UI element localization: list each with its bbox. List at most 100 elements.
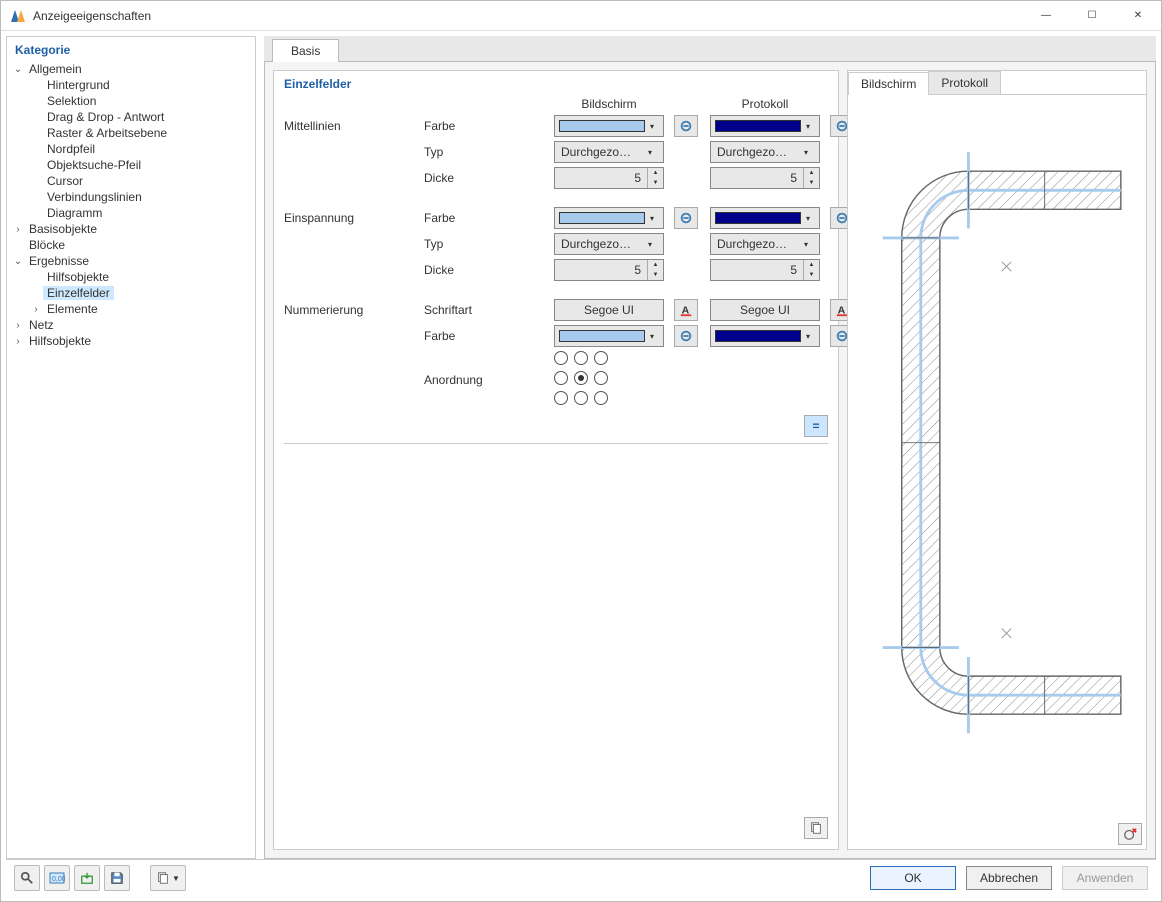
tree-item[interactable]: ›Hilfsobjekte bbox=[11, 333, 251, 349]
group-mittellinien: Mittellinien bbox=[284, 119, 414, 133]
font-picker-icon[interactable]: A bbox=[674, 299, 698, 321]
spin-up-icon[interactable]: ▲ bbox=[803, 168, 819, 178]
label-anordnung: Anordnung bbox=[424, 373, 544, 387]
radio-pos[interactable] bbox=[554, 391, 568, 405]
spin-down-icon[interactable]: ▼ bbox=[803, 270, 819, 280]
tree-item[interactable]: ›Elemente bbox=[11, 301, 251, 317]
window: Anzeigeeigenschaften — ☐ ✕ Kategorie ⌄Al… bbox=[0, 0, 1162, 902]
mittel-typ-protocol[interactable]: Durchgezo… ▾ bbox=[710, 141, 820, 163]
label-dicke: Dicke bbox=[424, 171, 544, 185]
label-farbe: Farbe bbox=[424, 329, 544, 343]
mittel-typ-screen[interactable]: Durchgezo… ▾ bbox=[554, 141, 664, 163]
precision-icon[interactable]: 0,00 bbox=[44, 865, 70, 891]
swatch-light bbox=[559, 120, 645, 132]
ok-button[interactable]: OK bbox=[870, 866, 956, 890]
tab-content: Einzelfelder Bildschirm Protokoll Mittel… bbox=[264, 62, 1156, 859]
radio-pos[interactable] bbox=[574, 391, 588, 405]
color-link-icon[interactable] bbox=[674, 325, 698, 347]
radio-pos-center[interactable] bbox=[574, 371, 588, 385]
close-button[interactable]: ✕ bbox=[1115, 1, 1161, 31]
clipboard-dropdown-icon[interactable]: ▼ bbox=[150, 865, 186, 891]
category-tree[interactable]: ⌄AllgemeinHintergrundSelektionDrag & Dro… bbox=[7, 61, 255, 858]
equalize-button[interactable]: = bbox=[804, 415, 828, 437]
tree-item[interactable]: Verbindungslinien bbox=[11, 189, 251, 205]
import-icon[interactable] bbox=[74, 865, 100, 891]
tree-item-label: Cursor bbox=[43, 174, 87, 188]
tree-item[interactable]: Raster & Arbeitsebene bbox=[11, 125, 251, 141]
save-icon[interactable] bbox=[104, 865, 130, 891]
color-link-icon[interactable] bbox=[674, 115, 698, 137]
mittel-farbe-screen[interactable]: ▾ bbox=[554, 115, 664, 137]
chevron-right-icon[interactable]: › bbox=[29, 304, 43, 315]
einsp-dicke-protocol[interactable]: 5 ▲▼ bbox=[710, 259, 820, 281]
mittel-farbe-protocol[interactable]: ▾ bbox=[710, 115, 820, 137]
spin-up-icon[interactable]: ▲ bbox=[647, 260, 663, 270]
num-farbe-screen[interactable]: ▾ bbox=[554, 325, 664, 347]
tree-item-label: Blöcke bbox=[25, 238, 69, 252]
einsp-farbe-screen[interactable]: ▾ bbox=[554, 207, 664, 229]
copy-settings-icon[interactable] bbox=[804, 817, 828, 839]
color-link-icon[interactable] bbox=[674, 207, 698, 229]
chevron-down-icon: ▾ bbox=[801, 214, 815, 223]
swatch-dark bbox=[715, 120, 801, 132]
einsp-farbe-protocol[interactable]: ▾ bbox=[710, 207, 820, 229]
spin-up-icon[interactable]: ▲ bbox=[803, 260, 819, 270]
tree-item[interactable]: Drag & Drop - Antwort bbox=[11, 109, 251, 125]
einsp-typ-protocol[interactable]: Durchgezo… ▾ bbox=[710, 233, 820, 255]
chevron-right-icon[interactable]: › bbox=[11, 224, 25, 235]
einsp-typ-screen[interactable]: Durchgezo… ▾ bbox=[554, 233, 664, 255]
spin-up-icon[interactable]: ▲ bbox=[647, 168, 663, 178]
tree-item-label: Netz bbox=[25, 318, 58, 332]
preview-tab-protocol[interactable]: Protokoll bbox=[928, 71, 1001, 94]
preview-tab-screen[interactable]: Bildschirm bbox=[848, 72, 929, 95]
tree-item-label: Einzelfelder bbox=[43, 286, 114, 300]
minimize-button[interactable]: — bbox=[1023, 1, 1069, 31]
radio-pos[interactable] bbox=[594, 391, 608, 405]
radio-pos[interactable] bbox=[594, 371, 608, 385]
mittel-dicke-screen[interactable]: 5 ▲▼ bbox=[554, 167, 664, 189]
preview-reset-icon[interactable] bbox=[1118, 823, 1142, 845]
spin-down-icon[interactable]: ▼ bbox=[647, 270, 663, 280]
maximize-button[interactable]: ☐ bbox=[1069, 1, 1115, 31]
num-font-protocol[interactable]: Segoe UI bbox=[710, 299, 820, 321]
swatch-light bbox=[559, 330, 645, 342]
chevron-down-icon[interactable]: ⌄ bbox=[11, 64, 25, 75]
tree-item-label: Verbindungslinien bbox=[43, 190, 146, 204]
tree-item[interactable]: ›Basisobjekte bbox=[11, 221, 251, 237]
num-farbe-protocol[interactable]: ▾ bbox=[710, 325, 820, 347]
chevron-right-icon[interactable]: › bbox=[11, 320, 25, 331]
apply-button[interactable]: Anwenden bbox=[1062, 866, 1148, 890]
tree-item[interactable]: ⌄Ergebnisse bbox=[11, 253, 251, 269]
num-font-screen[interactable]: Segoe UI bbox=[554, 299, 664, 321]
swatch-light bbox=[559, 212, 645, 224]
radio-pos[interactable] bbox=[594, 351, 608, 365]
spin-down-icon[interactable]: ▼ bbox=[803, 178, 819, 188]
cancel-button[interactable]: Abbrechen bbox=[966, 866, 1052, 890]
tree-item[interactable]: Cursor bbox=[11, 173, 251, 189]
tree-item-label: Basisobjekte bbox=[25, 222, 101, 236]
einsp-dicke-screen[interactable]: 5 ▲▼ bbox=[554, 259, 664, 281]
chevron-down-icon[interactable]: ⌄ bbox=[11, 256, 25, 267]
spin-down-icon[interactable]: ▼ bbox=[647, 178, 663, 188]
preview-tabs: Bildschirm Protokoll bbox=[848, 71, 1146, 95]
tree-item-label: Elemente bbox=[43, 302, 102, 316]
tree-item[interactable]: Selektion bbox=[11, 93, 251, 109]
radio-pos[interactable] bbox=[554, 351, 568, 365]
tree-item[interactable]: ›Netz bbox=[11, 317, 251, 333]
radio-pos[interactable] bbox=[554, 371, 568, 385]
search-icon[interactable] bbox=[14, 865, 40, 891]
tree-item[interactable]: Nordpfeil bbox=[11, 141, 251, 157]
tree-item[interactable]: Einzelfelder bbox=[11, 285, 251, 301]
tree-item[interactable]: Hilfsobjekte bbox=[11, 269, 251, 285]
tree-item[interactable]: Hintergrund bbox=[11, 77, 251, 93]
tab-basis[interactable]: Basis bbox=[272, 39, 339, 62]
tree-item[interactable]: ⌄Allgemein bbox=[11, 61, 251, 77]
chevron-down-icon: ▾ bbox=[643, 148, 657, 157]
tree-item-label: Selektion bbox=[43, 94, 100, 108]
chevron-right-icon[interactable]: › bbox=[11, 336, 25, 347]
mittel-dicke-protocol[interactable]: 5 ▲▼ bbox=[710, 167, 820, 189]
tree-item[interactable]: Diagramm bbox=[11, 205, 251, 221]
radio-pos[interactable] bbox=[574, 351, 588, 365]
tree-item[interactable]: Blöcke bbox=[11, 237, 251, 253]
tree-item[interactable]: Objektsuche-Pfeil bbox=[11, 157, 251, 173]
